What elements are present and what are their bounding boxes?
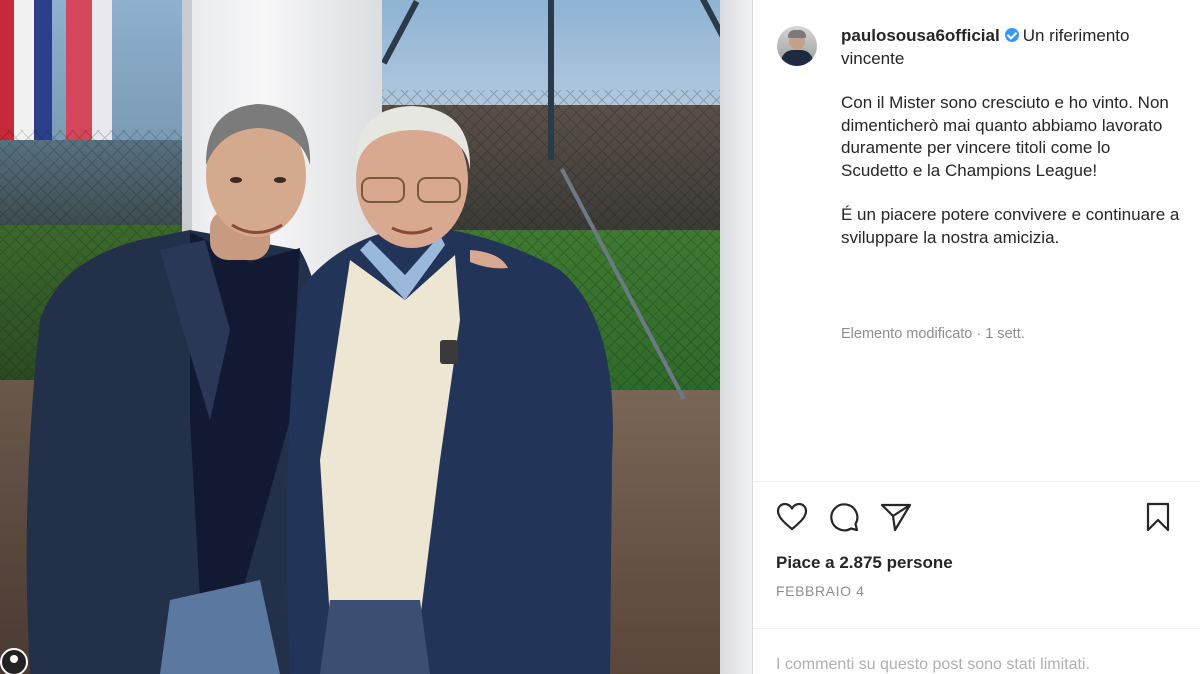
- caption-paragraph: Con il Mister sono cresciuto e ho vinto.…: [841, 93, 1169, 180]
- verified-badge-icon: [1004, 28, 1019, 42]
- caption-meta: Elemento modificato · 1 sett.: [841, 326, 1025, 342]
- post-date[interactable]: FEBBRAIO 4: [776, 583, 864, 599]
- like-button[interactable]: [775, 500, 809, 534]
- comment-button[interactable]: [827, 500, 861, 534]
- post-side-panel: paulosousa6official Un riferimento vincen…: [752, 0, 1200, 674]
- caption-area: paulosousa6official Un riferimento vincen…: [753, 0, 1200, 480]
- action-bar: [775, 500, 1179, 534]
- divider: [753, 481, 1200, 482]
- caption-paragraph: É un piacere potere convivere e continua…: [841, 205, 1180, 247]
- likes-count[interactable]: Piace a 2.875 persone: [776, 553, 953, 573]
- paper-plane-icon: [880, 503, 912, 532]
- comment-bubble-icon: [830, 503, 859, 532]
- share-button[interactable]: [879, 500, 913, 534]
- people-illustration: [26, 104, 613, 674]
- comments-limited-notice: I commenti su questo post sono stati lim…: [776, 656, 1090, 673]
- divider: [753, 628, 1200, 629]
- left-man: [26, 104, 323, 674]
- bookmark-icon: [1146, 502, 1170, 532]
- save-button[interactable]: [1141, 500, 1175, 534]
- avatar[interactable]: [777, 26, 817, 66]
- post-photo[interactable]: [0, 0, 752, 674]
- tagged-user-icon[interactable]: [0, 648, 28, 674]
- post-caption: paulosousa6official Un riferimento vincen…: [841, 25, 1181, 249]
- heart-icon: [776, 502, 808, 531]
- username-link[interactable]: paulosousa6official: [841, 26, 1000, 45]
- right-man: [286, 106, 613, 674]
